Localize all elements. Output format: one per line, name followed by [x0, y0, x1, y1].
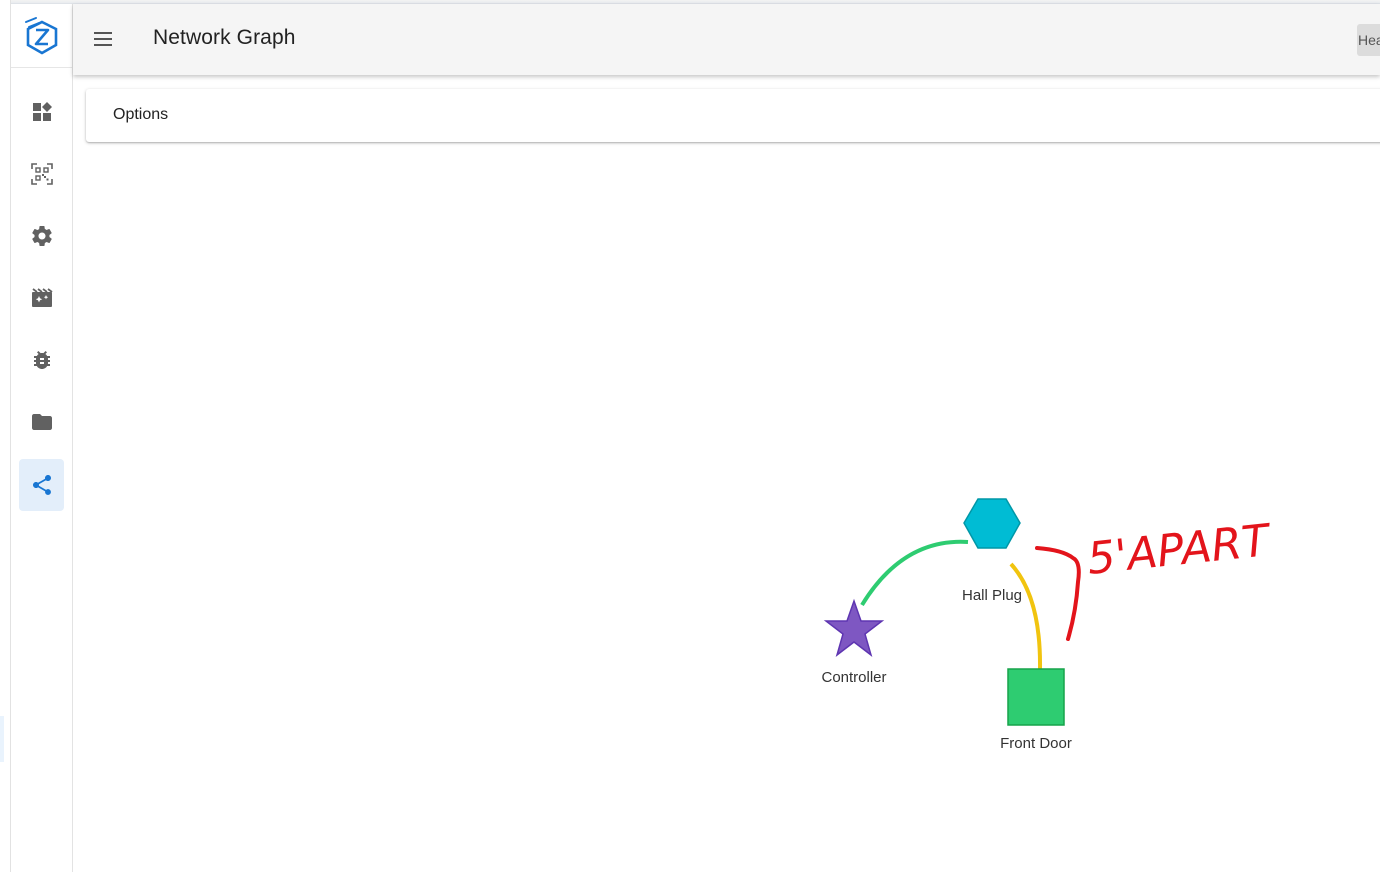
graph-node-front-door[interactable]: [1007, 668, 1065, 726]
sidebar-item-network-graph[interactable]: [19, 459, 64, 511]
sidebar-item-smart-start[interactable]: [19, 148, 64, 200]
graph-link-hall-plug-front-door: [1009, 562, 1043, 670]
annotation-text: 5'APART: [1085, 515, 1275, 585]
qr-scan-icon: [30, 163, 53, 185]
app-header: Network Graph Hea: [73, 4, 1380, 75]
graph-node-label-front-door: Front Door: [1000, 735, 1072, 752]
hamburger-menu-icon[interactable]: [91, 27, 115, 51]
sidebar-item-settings[interactable]: [19, 210, 64, 262]
folder-icon: [31, 414, 52, 430]
options-label: Options: [113, 106, 169, 123]
options-panel[interactable]: Options: [86, 89, 1380, 142]
left-edge-panel: [0, 0, 11, 872]
graph-node-controller[interactable]: [823, 598, 885, 657]
zwave-logo-icon: [24, 16, 57, 54]
sidebar-item-scenes[interactable]: [19, 272, 64, 324]
sidebar-item-store[interactable]: [19, 396, 64, 448]
graph-node-label-controller: Controller: [821, 669, 886, 686]
bug-icon: [33, 351, 50, 369]
page-title: Network Graph: [153, 26, 296, 49]
header-button[interactable]: Hea: [1357, 24, 1380, 56]
left-edge-marker: [0, 716, 4, 762]
movie-scenes-icon: [31, 288, 53, 307]
network-graph-canvas[interactable]: Controller Hall Plug Front Door 5'APART: [73, 142, 1380, 872]
share-network-icon: [32, 475, 51, 495]
app-logo[interactable]: [11, 4, 72, 68]
gear-icon: [31, 226, 52, 247]
annotation-bracket: [1035, 546, 1081, 641]
dashboard-icon: [32, 102, 52, 121]
sidebar-item-control-panel[interactable]: [19, 86, 64, 138]
graph-node-hall-plug[interactable]: [963, 498, 1021, 549]
sidebar-rail: [11, 4, 73, 872]
graph-link-controller-hall-plug: [860, 539, 969, 607]
graph-node-label-hall-plug: Hall Plug: [962, 587, 1022, 604]
sidebar-item-debug[interactable]: [19, 334, 64, 386]
